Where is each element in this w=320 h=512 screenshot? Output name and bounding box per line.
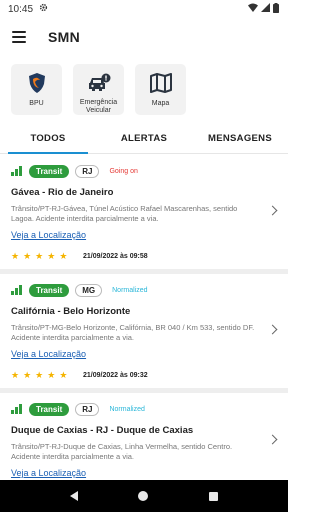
status-bar: 10:45 xyxy=(0,0,288,18)
state-badge: RJ xyxy=(75,402,100,416)
view-location-link[interactable]: Veja a Localização xyxy=(11,468,86,478)
card-description: Trânsito/PT-RJ-Gávea, Túnel Acústico Raf… xyxy=(11,204,238,223)
chevron-right-icon[interactable] xyxy=(267,324,278,335)
status-label: Normalized xyxy=(112,286,148,294)
app-title: SMN xyxy=(48,29,81,45)
map-icon xyxy=(149,71,173,95)
chevron-right-icon[interactable] xyxy=(267,434,278,445)
tab-todos[interactable]: TODOS xyxy=(0,124,96,154)
shortcut-label: Mapa xyxy=(151,100,170,107)
card-title: Duque de Caxias - RJ - Duque de Caxias xyxy=(11,425,194,436)
shortcut-label: BPU xyxy=(29,100,44,107)
signal-strength-icon xyxy=(11,166,23,176)
star-icon: ★ xyxy=(11,251,20,261)
wifi-icon xyxy=(248,3,258,15)
bpu-shield-icon xyxy=(25,71,49,95)
card-title: Califórnia - Belo Horizonte xyxy=(11,306,131,317)
category-badge: Transit xyxy=(29,164,70,178)
star-icon: ★ xyxy=(59,370,68,380)
card-title: Gávea - Rio de Janeiro xyxy=(11,187,114,198)
notification-feed[interactable]: Transit RJ Going on Gávea - Rio de Janei… xyxy=(0,155,288,480)
status-label: Going on xyxy=(109,167,138,175)
tab-mensagens[interactable]: MENSAGENS xyxy=(192,124,288,153)
hamburger-menu-icon[interactable] xyxy=(12,31,26,43)
category-badge: Transit xyxy=(29,402,70,416)
tab-bar: TODOS ALERTAS MENSAGENS xyxy=(0,124,288,154)
car-alert-icon xyxy=(87,71,111,94)
star-icon: ★ xyxy=(11,370,20,380)
state-badge: MG xyxy=(75,283,103,297)
view-location-link[interactable]: Veja a Localização xyxy=(11,349,86,359)
status-time: 10:45 xyxy=(8,3,34,15)
signal-strength-icon xyxy=(11,285,23,295)
notification-card[interactable]: Transit RJ Going on Gávea - Rio de Janei… xyxy=(0,155,288,269)
star-icon: ★ xyxy=(35,370,44,380)
star-icon: ★ xyxy=(23,251,32,261)
cell-signal-icon xyxy=(261,3,270,15)
home-icon[interactable] xyxy=(138,491,149,501)
status-label: Normalized xyxy=(109,405,145,413)
view-location-link[interactable]: Veja a Localização xyxy=(11,230,86,240)
shortcut-map[interactable]: Mapa xyxy=(135,64,186,115)
shortcut-bpu[interactable]: BPU xyxy=(11,64,62,115)
card-date: 21/09/2022 às 09:32 xyxy=(83,371,148,379)
card-date: 21/09/2022 às 09:58 xyxy=(83,252,148,260)
back-icon[interactable] xyxy=(70,491,79,501)
star-icon: ★ xyxy=(23,370,32,380)
rating-stars: ★ ★ ★ ★ ★ xyxy=(11,370,83,380)
system-navigation-bar xyxy=(0,480,288,512)
battery-icon xyxy=(273,2,279,16)
card-description: Trânsito/PT-RJ-Duque de Caxias, Linha Ve… xyxy=(11,442,233,461)
signal-strength-icon xyxy=(11,404,23,414)
notification-card[interactable]: Transit MG Normalized Califórnia - Belo … xyxy=(0,274,288,388)
star-icon: ★ xyxy=(35,251,44,261)
chevron-right-icon[interactable] xyxy=(267,205,278,216)
star-icon: ★ xyxy=(47,370,56,380)
state-badge: RJ xyxy=(75,164,100,178)
shortcut-label: Emergência Veicular xyxy=(79,99,118,114)
notification-card[interactable]: Transit RJ Normalized Duque de Caxias - … xyxy=(0,393,288,480)
shortcut-emergency[interactable]: Emergência Veicular xyxy=(73,64,124,115)
app-bar: SMN xyxy=(0,18,288,56)
rating-stars: ★ ★ ★ ★ ★ xyxy=(11,251,83,261)
star-icon: ★ xyxy=(59,251,68,261)
category-badge: Transit xyxy=(29,283,70,297)
settings-gear-icon xyxy=(39,3,48,15)
recent-apps-icon[interactable] xyxy=(208,491,218,501)
tab-alertas[interactable]: ALERTAS xyxy=(96,124,192,153)
card-description: Trânsito/PT-MG-Belo Horizonte, Califórni… xyxy=(11,323,255,342)
star-icon: ★ xyxy=(47,251,56,261)
